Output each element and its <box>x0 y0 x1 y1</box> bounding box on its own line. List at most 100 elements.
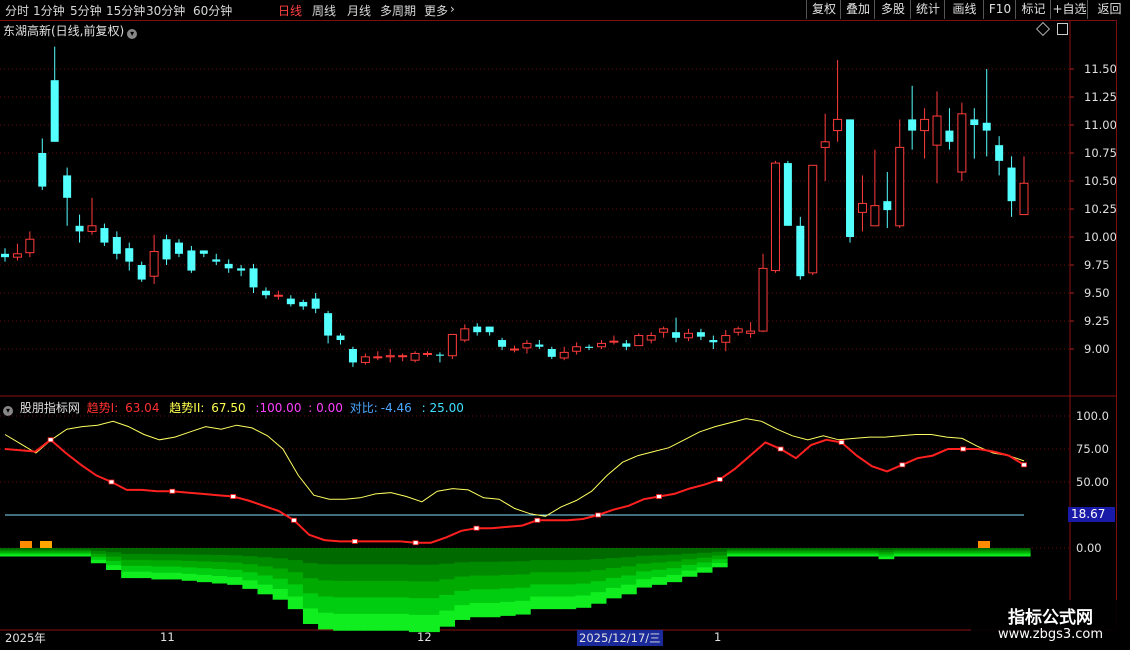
indicator-axis-label: 50.00 <box>1076 475 1109 489</box>
histogram-bar <box>212 569 228 577</box>
histogram-bar <box>424 548 440 566</box>
candle-body <box>572 346 582 352</box>
histogram-bar <box>681 548 698 555</box>
histogram-bar <box>272 568 289 580</box>
histogram-bar <box>711 559 728 564</box>
histogram-bar <box>560 560 577 573</box>
candle-body <box>895 146 905 227</box>
histogram-bar <box>181 548 198 555</box>
histogram-bar <box>499 574 516 589</box>
histogram-bar <box>212 548 228 556</box>
histogram-bar <box>136 553 153 561</box>
histogram-bar <box>545 584 562 598</box>
histogram-bar <box>257 584 274 595</box>
histogram-bar <box>515 574 531 589</box>
histogram-bar <box>651 562 668 571</box>
histogram-bar <box>605 557 622 569</box>
histogram-bar <box>227 562 243 571</box>
histogram-bar <box>696 562 713 568</box>
candle-body <box>423 352 433 355</box>
histogram-bar <box>378 597 395 615</box>
histogram-bar <box>499 588 516 603</box>
histogram-bar <box>469 589 486 604</box>
histogram-bar <box>90 553 107 558</box>
candle-body <box>385 355 395 358</box>
candle-body <box>535 344 544 347</box>
histogram-bar <box>75 554 92 557</box>
candle-body <box>585 346 594 348</box>
histogram-bar <box>727 554 743 557</box>
candle-body <box>87 225 97 232</box>
candle-body <box>187 250 196 271</box>
histogram-bar <box>439 579 456 596</box>
watermark-url: www.zbgs3.com <box>997 627 1104 642</box>
histogram-bar <box>711 551 728 557</box>
histogram-bar <box>696 567 713 573</box>
candle-body <box>683 332 693 339</box>
histogram-bar <box>711 548 728 553</box>
candle-body <box>38 153 47 187</box>
candle-body <box>770 162 780 272</box>
histogram-bar <box>454 562 471 578</box>
candle-body <box>410 352 420 361</box>
histogram-spike <box>978 541 990 548</box>
histogram-bar <box>984 554 1001 557</box>
candle-body <box>435 354 444 356</box>
candle-body <box>808 164 818 274</box>
histogram-bar <box>439 563 456 580</box>
histogram-bar <box>30 554 47 557</box>
histogram-bar <box>90 548 107 552</box>
trend1-line <box>4 438 1025 544</box>
histogram-bar <box>590 559 607 571</box>
candle-body <box>498 340 507 347</box>
histogram-bar <box>802 554 819 557</box>
histogram-bar <box>348 597 365 615</box>
histogram-bar <box>363 597 380 615</box>
histogram-bar <box>605 548 622 559</box>
histogram-bar <box>333 564 349 582</box>
histogram-bar <box>424 564 440 582</box>
candle-body <box>63 175 72 198</box>
candle-body <box>783 163 792 226</box>
histogram-bar <box>515 587 531 602</box>
histogram-bar <box>318 612 334 630</box>
histogram-bar <box>363 548 380 565</box>
histogram-bar <box>408 564 425 582</box>
histogram-bar <box>272 558 289 569</box>
candle-body <box>311 298 320 309</box>
price-axis-label: 11.50 <box>1084 62 1117 76</box>
candle-body <box>447 333 457 357</box>
histogram-bar <box>196 548 213 556</box>
histogram-bar <box>681 559 698 566</box>
histogram-bar <box>666 554 683 562</box>
histogram-bar <box>923 554 940 557</box>
candle-body <box>870 205 880 227</box>
histogram-bar <box>545 548 562 561</box>
date-label-nov: 11 <box>160 630 175 644</box>
histogram-bar <box>121 548 137 555</box>
histogram-bar <box>272 578 289 590</box>
histogram-bar <box>893 554 910 557</box>
histogram-bar <box>545 596 562 610</box>
histogram-bar <box>848 554 864 557</box>
histogram-bar <box>484 548 501 563</box>
histogram-spike <box>20 541 32 548</box>
histogram-bar <box>454 548 471 563</box>
watermark-title: 指标公式网 <box>1008 608 1093 628</box>
histogram-bar <box>378 613 395 631</box>
histogram-bar <box>242 556 259 565</box>
candle-body <box>112 237 121 254</box>
candle-body <box>609 340 619 343</box>
histogram-bar <box>666 548 683 556</box>
histogram-bar <box>469 575 486 590</box>
histogram-bar <box>590 592 607 604</box>
histogram-bar <box>196 561 213 569</box>
candle-body <box>149 251 159 277</box>
histogram-bar <box>408 598 425 616</box>
histogram-bar <box>287 548 304 561</box>
histogram-bar <box>530 548 546 561</box>
trend2-line <box>4 418 1025 517</box>
candle-body <box>659 328 669 333</box>
histogram-bar <box>90 550 107 555</box>
histogram-bar <box>181 560 198 568</box>
